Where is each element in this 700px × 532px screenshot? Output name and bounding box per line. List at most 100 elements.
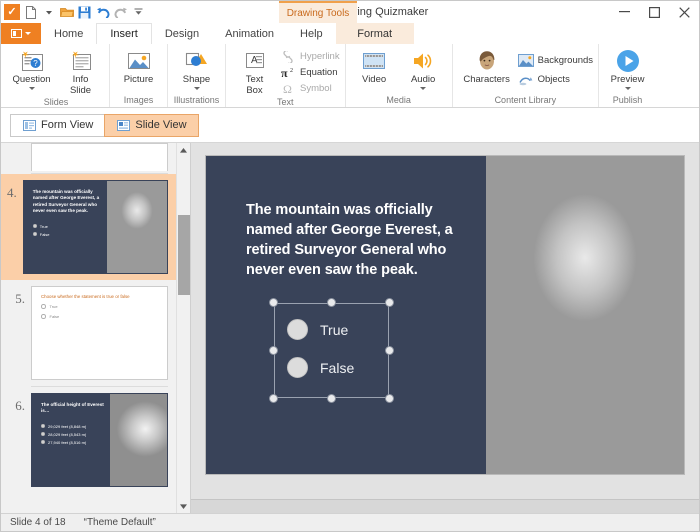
info-slide-icon — [69, 48, 93, 74]
open-folder-icon[interactable] — [59, 5, 74, 20]
ispring-check-icon[interactable]: ✓ — [4, 4, 20, 20]
objects-button[interactable]: Objects — [518, 72, 593, 87]
answer-options-group[interactable]: True False — [269, 298, 394, 403]
audio-icon — [411, 48, 435, 74]
undo-icon[interactable] — [95, 5, 110, 20]
shape-dropdown-icon[interactable] — [193, 86, 200, 90]
audio-button[interactable]: Audio — [400, 46, 447, 90]
slide-title-text[interactable]: The mountain was officially named after … — [246, 200, 474, 280]
thumbnail-item-4[interactable]: 4. The mountain was officially named aft… — [1, 174, 176, 280]
answer-option-false[interactable]: False — [287, 357, 354, 378]
customize-qat-icon[interactable] — [131, 5, 146, 20]
text-box-button[interactable]: A Text Box — [231, 46, 278, 96]
tab-home[interactable]: Home — [41, 23, 97, 44]
resize-handle-e[interactable] — [385, 345, 394, 355]
close-button[interactable] — [669, 1, 699, 23]
ribbon-tab-strip: Home Insert Design Animation Help Format — [1, 23, 699, 44]
picture-button[interactable]: Picture — [115, 46, 162, 86]
save-icon[interactable] — [77, 5, 92, 20]
ribbon-group-illustrations: Shape Illustrations — [167, 44, 225, 107]
ribbon-group-label-illustrations: Illustrations — [173, 95, 220, 105]
scroll-down-arrow-icon[interactable] — [177, 499, 190, 513]
radio-icon[interactable] — [287, 319, 308, 340]
question-dropdown-icon[interactable] — [28, 86, 35, 90]
resize-handle-se[interactable] — [385, 394, 394, 403]
ribbon-group-label-content-library: Content Library — [494, 95, 557, 105]
info-slide-button-label: Info Slide — [69, 74, 92, 96]
tab-help[interactable]: Help — [287, 23, 336, 44]
form-view-button[interactable]: Form View — [10, 113, 106, 137]
thumbnail-card-4: The mountain was officially named after … — [22, 180, 168, 274]
ribbon-group-label-publish: Publish — [612, 95, 643, 105]
minimize-button[interactable] — [609, 1, 639, 23]
thumbnail-scrollbar[interactable] — [176, 143, 190, 513]
resize-handle-sw[interactable] — [269, 394, 278, 403]
content-library-small-buttons: Backgrounds Objects — [517, 46, 593, 87]
question-button[interactable]: ? Question — [8, 46, 55, 90]
new-document-icon[interactable] — [23, 5, 38, 20]
tab-design[interactable]: Design — [151, 23, 213, 44]
thumbnail-6-option-1: 29,029 feet (8,848 m) — [41, 424, 104, 429]
thumbnail-6-option-3: 27,940 feet (8,516 m) — [41, 440, 104, 445]
tab-format[interactable]: Format — [335, 23, 414, 44]
answer-option-true-label: True — [320, 321, 349, 338]
scrollbar-thumb[interactable] — [178, 215, 190, 295]
slide-content-left: The mountain was officially named after … — [206, 156, 486, 474]
file-menu-button[interactable] — [1, 23, 41, 44]
shape-button-label: Shape — [182, 74, 211, 85]
selection-bounding-box — [274, 303, 389, 398]
radio-icon — [41, 424, 45, 429]
characters-icon — [475, 48, 499, 74]
ribbon-group-label-images: Images — [123, 95, 154, 105]
characters-button[interactable]: Characters — [458, 46, 516, 86]
slide-editor[interactable]: The mountain was officially named after … — [206, 156, 684, 474]
new-dropdown-icon[interactable] — [41, 5, 56, 20]
scrollbar-track[interactable] — [177, 157, 190, 499]
radio-icon — [32, 232, 37, 237]
tab-insert[interactable]: Insert — [96, 23, 152, 44]
thumbnail-4-title: The mountain was officially named after … — [32, 189, 100, 214]
mountaineer-portrait-image — [485, 156, 684, 474]
slide-thumbnail-list: 4. The mountain was officially named aft… — [1, 143, 176, 513]
slide-canvas-area[interactable]: The mountain was officially named after … — [191, 143, 699, 499]
maximize-button[interactable] — [639, 1, 669, 23]
svg-text:π: π — [281, 66, 288, 79]
redo-icon[interactable] — [113, 5, 128, 20]
hyperlink-button[interactable]: Hyperlink — [280, 49, 340, 64]
thumbnail-item-6[interactable]: 6. The official height of Everest is… 29… — [1, 387, 176, 493]
equation-label: Equation — [300, 67, 338, 78]
shape-button[interactable]: Shape — [173, 46, 220, 90]
video-button[interactable]: Video — [351, 46, 398, 86]
audio-dropdown-icon[interactable] — [420, 86, 427, 90]
resize-handle-n[interactable] — [326, 298, 336, 307]
info-slide-button[interactable]: Info Slide — [57, 46, 104, 96]
ribbon-group-images: Picture Images — [109, 44, 167, 107]
thumbnail-item-5[interactable]: 5. Choose whether the statement is true … — [1, 280, 176, 386]
thumbnail-6-option-2: 28,029 feet (8,543 m) — [41, 432, 104, 437]
preview-dropdown-icon[interactable] — [624, 86, 631, 90]
backgrounds-button[interactable]: Backgrounds — [517, 53, 593, 68]
canvas-horizontal-scrollbar[interactable] — [191, 499, 699, 513]
answer-option-true[interactable]: True — [287, 319, 348, 340]
objects-label: Objects — [537, 74, 570, 85]
scroll-up-arrow-icon[interactable] — [177, 143, 190, 157]
tab-animation[interactable]: Animation — [212, 23, 288, 44]
thumbnail-partial-top[interactable] — [1, 143, 176, 173]
resize-handle-w[interactable] — [269, 345, 278, 355]
thumbnail-5-option-false: False — [41, 314, 158, 319]
resize-handle-nw[interactable] — [269, 298, 278, 307]
chevron-down-icon — [25, 32, 31, 35]
preview-button[interactable]: Preview — [604, 46, 651, 90]
thumbnail-6-content: The official height of Everest is… 29,02… — [32, 394, 110, 486]
thumbnail-4-content: The mountain was officially named after … — [24, 181, 107, 273]
thumbnail-card-5: Choose whether the statement is true or … — [31, 286, 168, 380]
resize-handle-ne[interactable] — [385, 298, 394, 307]
symbol-button[interactable]: Ω Symbol — [280, 81, 340, 96]
radio-icon[interactable] — [287, 357, 308, 378]
slide-view-button[interactable]: Slide View — [104, 113, 199, 137]
resize-handle-s[interactable] — [326, 394, 336, 403]
window-controls — [609, 1, 699, 23]
slide-photo[interactable] — [485, 156, 684, 474]
equation-button[interactable]: π2 Equation — [280, 65, 340, 80]
main-body: 4. The mountain was officially named aft… — [1, 143, 699, 513]
